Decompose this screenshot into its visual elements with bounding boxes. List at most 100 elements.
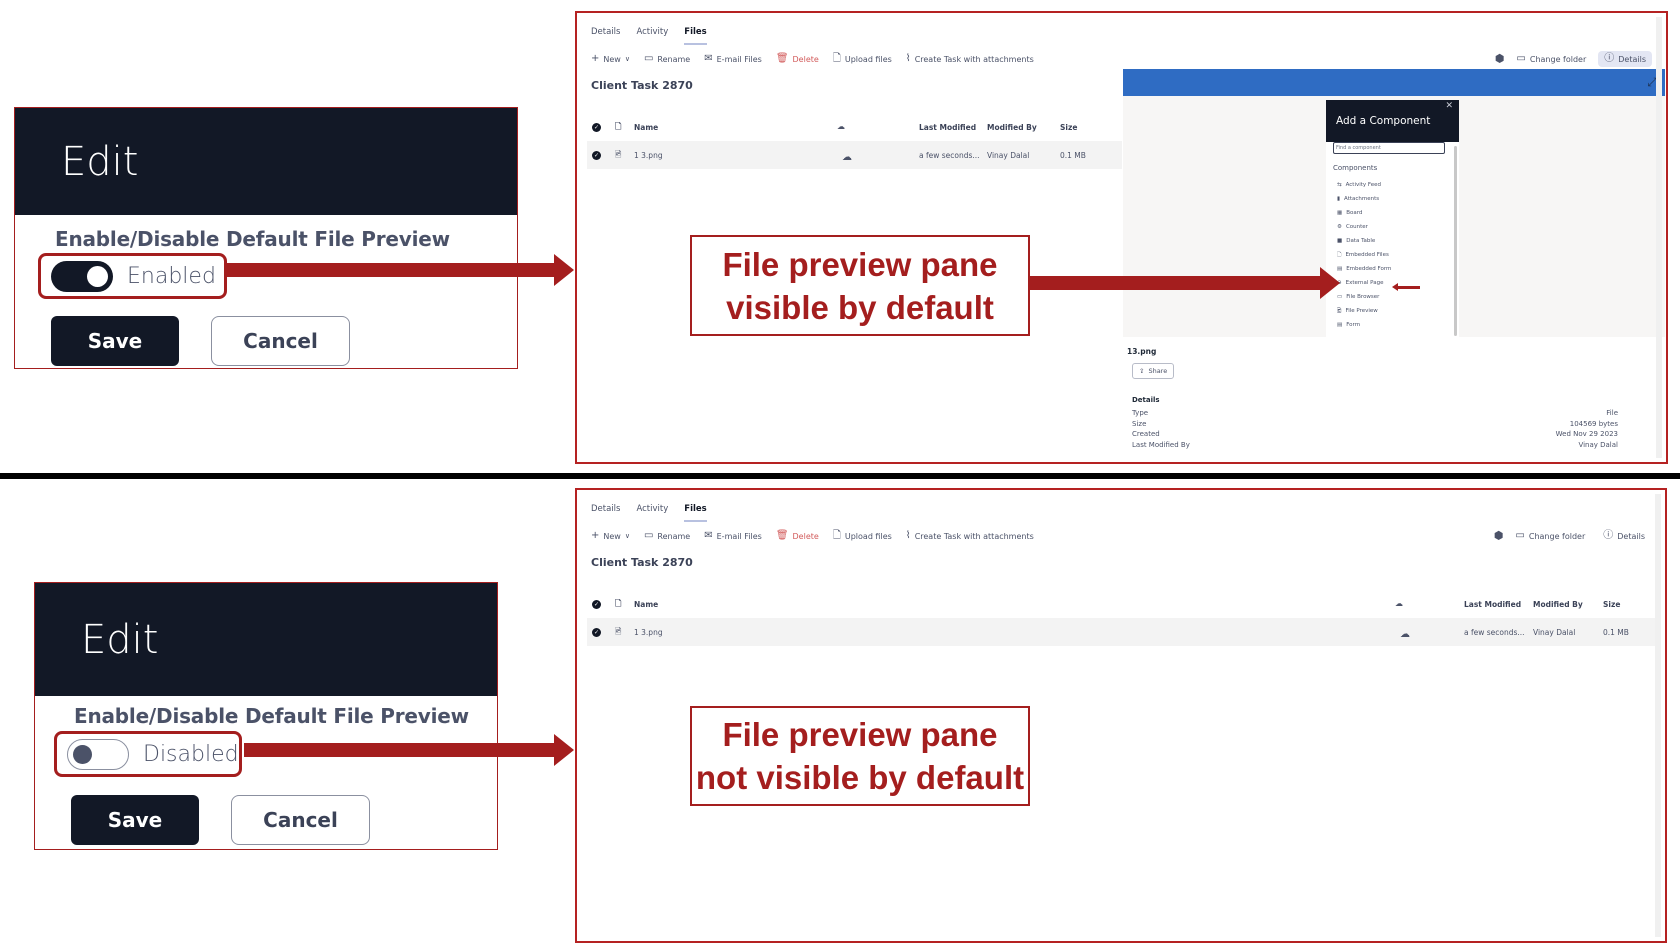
scrollbar[interactable] [1656,17,1662,458]
component-item[interactable]: ■ Data Table [1326,234,1459,248]
component-label: File Browser [1346,294,1380,300]
toggle-highlight: Enabled [38,253,227,299]
file-type-icon: 🗋 [615,122,622,131]
component-item[interactable]: ▦ Board [1326,206,1459,220]
tab-details[interactable]: Details [591,504,620,522]
component-icon: ▮ [1337,196,1341,202]
new-button[interactable]: + New ∨ [591,531,630,541]
file-upload-icon: 🗋 [832,53,841,64]
dialog-header: Add a Component ✕ [1326,100,1459,142]
create-task-button[interactable]: ⌇ Create Task with attachments [906,54,1034,64]
component-item[interactable]: 🗋 Embedded Files [1326,248,1459,262]
teams-icon[interactable]: ⬢ [1494,530,1504,541]
row-checkbox[interactable]: ✓ [592,150,601,160]
email-files-button[interactable]: ✉ E-mail Files [704,54,762,64]
details-toggle-button[interactable]: ⓘ Details [1598,51,1652,67]
delete-label: Delete [792,531,819,541]
files-toolbar: + New ∨ ▭ Rename ✉ E-mail Files 🗑 Delete 🗋 Upl… [591,527,1651,545]
header-modified-by[interactable]: Modified By [1533,600,1583,609]
plus-icon: + [591,53,600,64]
table-row[interactable]: ✓ 🖻 1 3.png ☁ a few seconds... Vinay Dal… [587,141,1122,169]
header-name[interactable]: Name [634,600,658,609]
component-item[interactable]: ▤Embedded Form [1326,262,1459,276]
component-icon: ■ [1337,238,1343,244]
scrollbar[interactable] [1655,494,1661,937]
change-folder-button[interactable]: ▭ Change folder [1516,54,1586,64]
share-button[interactable]: ⇪ Share [1132,363,1175,379]
rename-icon: ▭ [643,53,654,64]
save-button[interactable]: Save [51,316,179,366]
rename-button[interactable]: ▭ Rename [644,54,690,64]
component-item[interactable]: ▮ Attachments [1326,192,1459,206]
tab-files[interactable]: Files [684,504,707,522]
preview-header-bar: ⤢ [1123,69,1665,96]
component-label: Embedded Form [1346,266,1392,272]
component-label: Data Table [1346,238,1376,244]
cloud-download-icon[interactable]: ☁ [1400,630,1410,640]
edit-panel-header: Edit [35,583,497,696]
change-folder-button[interactable]: ▭ Change folder [1515,531,1585,541]
file-name[interactable]: 1 3.png [634,151,663,160]
rename-button[interactable]: ▭ Rename [644,531,690,541]
file-last-modified: a few seconds... [919,150,980,160]
header-modified-by[interactable]: Modified By [987,123,1037,132]
header-last-modified[interactable]: Last Modified [1464,600,1521,609]
component-icon: ⇆ [1337,182,1342,188]
details-toggle-button[interactable]: ⓘ Details [1597,528,1651,544]
envelope-icon: ✉ [704,530,713,541]
header-name[interactable]: Name [634,123,658,132]
component-search-input[interactable]: Find a component [1333,142,1445,154]
delete-button[interactable]: 🗑 Delete [776,531,819,541]
detail-value: Wed Nov 29 2023 [1555,430,1618,438]
header-size[interactable]: Size [1060,123,1077,132]
table-row[interactable]: ✓ 🖻 1 3.png ☁ a few seconds... Vinay Dal… [587,618,1659,646]
save-button[interactable]: Save [71,795,199,845]
cloud-download-icon[interactable]: ☁ [842,153,852,163]
file-name[interactable]: 1 3.png [634,628,663,637]
select-all-checkbox[interactable]: ✓ [592,122,601,132]
file-preview-toggle[interactable] [67,738,129,770]
details-label: Details [1617,531,1645,541]
create-task-button[interactable]: ⌇ Create Task with attachments [906,531,1034,541]
detail-row: Created Wed Nov 29 2023 [1132,430,1618,438]
select-all-checkbox[interactable]: ✓ [592,599,601,609]
file-size: 0.1 MB [1603,627,1629,637]
toggle-highlight: Disabled [54,731,242,777]
component-label: Board [1346,210,1363,216]
file-preview-toggle[interactable] [51,260,113,292]
page-title: Client Task 2870 [591,556,693,569]
component-item[interactable]: ▤ Form [1326,318,1459,332]
trash-icon: 🗑 [775,53,789,64]
component-item[interactable]: 🖻 File Preview [1326,304,1459,318]
rename-icon: ▭ [643,530,654,541]
paperclip-icon: ⌇ [905,53,911,64]
upload-files-button[interactable]: 🗋 Upload files [833,54,892,64]
row-checkbox[interactable]: ✓ [592,627,601,637]
new-button[interactable]: + New ∨ [591,54,630,64]
cancel-button[interactable]: Cancel [231,795,370,845]
teams-icon[interactable]: ⬢ [1495,53,1505,64]
cancel-button[interactable]: Cancel [211,316,350,366]
tab-details[interactable]: Details [591,27,620,45]
header-last-modified[interactable]: Last Modified [919,123,976,132]
component-list: ⇆ Activity Feed ▮ Attachments ▦ Board ⚙ Counter… [1326,178,1459,332]
component-item[interactable]: ▭File Browser [1326,290,1459,304]
file-type-icon: 🗋 [615,599,622,608]
paperclip-icon: ⌇ [905,530,911,541]
upload-files-button[interactable]: 🗋 Upload files [833,531,892,541]
close-icon[interactable]: ✕ [1445,101,1453,111]
tab-activity[interactable]: Activity [636,27,668,45]
delete-label: Delete [792,54,819,64]
component-item[interactable]: ⚙ Counter [1326,220,1459,234]
setting-label: Enable/Disable Default File Preview [74,704,469,728]
email-files-button[interactable]: ✉ E-mail Files [704,531,762,541]
dialog-scrollbar[interactable] [1454,146,1457,336]
chevron-down-icon: ∨ [624,55,630,63]
info-icon: ⓘ [1603,530,1614,541]
tab-activity[interactable]: Activity [636,504,668,522]
component-item[interactable]: ⇆ Activity Feed [1326,178,1459,192]
header-size[interactable]: Size [1603,600,1620,609]
tab-files[interactable]: Files [684,27,707,45]
toggle-state-label: Enabled [127,263,216,289]
delete-button[interactable]: 🗑 Delete [776,54,819,64]
